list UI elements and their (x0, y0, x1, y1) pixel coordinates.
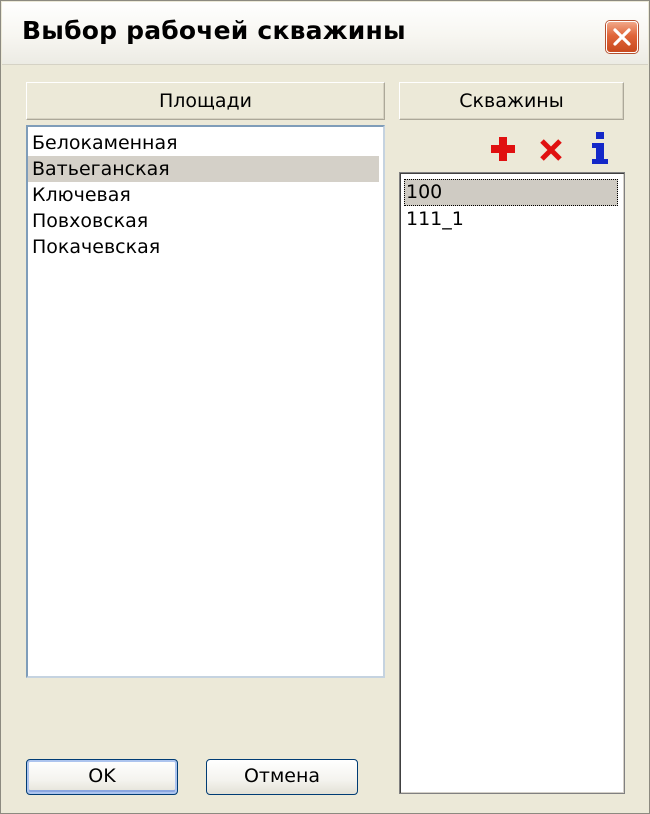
wells-listbox[interactable]: 100 111_1 (399, 172, 625, 794)
area-list-item[interactable]: Белокаменная (28, 130, 383, 156)
window-title: Выбор рабочей скважины (22, 16, 406, 45)
add-well-button[interactable] (489, 135, 517, 163)
areas-listbox[interactable]: Белокаменная Ватьеганская Ключевая Повховск… (26, 125, 385, 678)
well-list-item[interactable]: 111_1 (404, 206, 618, 233)
info-well-button[interactable] (586, 131, 614, 164)
cross-icon (540, 139, 562, 161)
area-list-item[interactable]: Ключевая (28, 182, 383, 208)
ok-button[interactable]: OK (26, 759, 178, 795)
area-list-item[interactable]: Повховская (28, 208, 383, 234)
plus-icon (491, 137, 515, 161)
area-list-item[interactable]: Ватьеганская (28, 156, 379, 182)
well-list-item[interactable]: 100 (404, 179, 618, 206)
close-button[interactable] (606, 21, 638, 53)
area-list-item[interactable]: Покачевская (28, 234, 383, 260)
info-icon (592, 132, 608, 164)
cancel-button[interactable]: Отмена (206, 759, 358, 795)
dialog-window: Выбор рабочей скважины Площади Белокамен… (0, 0, 650, 814)
title-bar[interactable]: Выбор рабочей скважины (2, 2, 648, 65)
wells-list: 100 111_1 (400, 173, 624, 233)
wells-column-header[interactable]: Скважины (399, 82, 624, 120)
close-icon (613, 28, 631, 46)
areas-list: Белокаменная Ватьеганская Ключевая Повховск… (28, 127, 383, 260)
delete-well-button[interactable] (538, 137, 566, 165)
areas-column-header[interactable]: Площади (26, 82, 385, 120)
